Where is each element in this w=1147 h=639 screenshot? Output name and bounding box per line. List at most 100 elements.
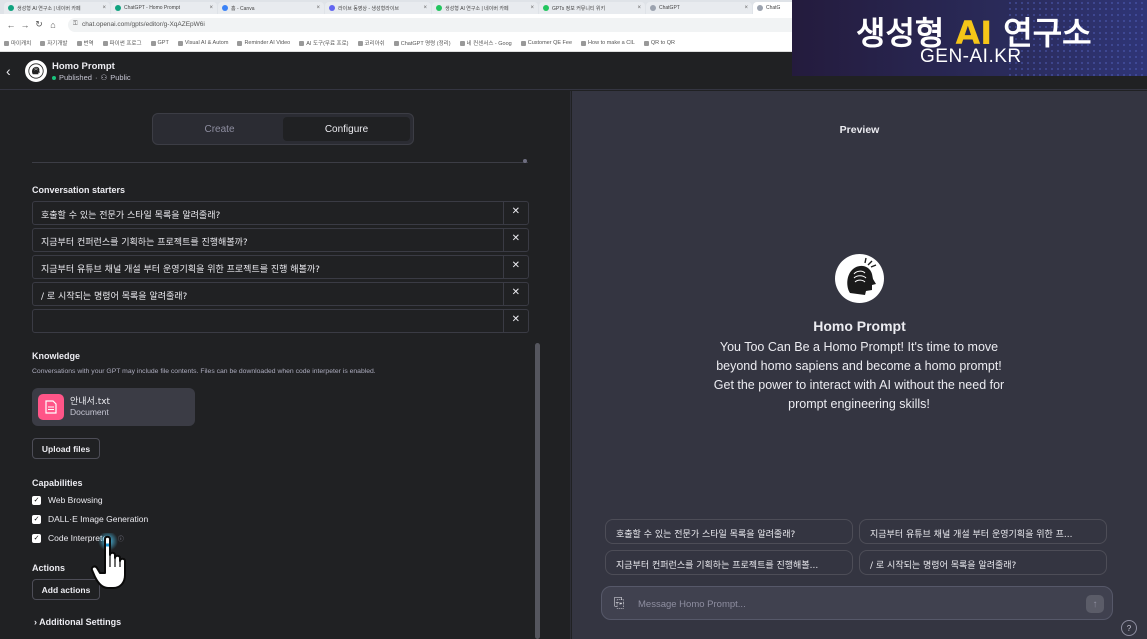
- checkbox-checked-icon[interactable]: ✓: [32, 533, 41, 543]
- tab-close-icon[interactable]: ×: [530, 5, 534, 11]
- tab-close-icon[interactable]: ×: [316, 5, 320, 11]
- tab-configure[interactable]: Configure: [283, 117, 410, 141]
- browser-tab[interactable]: ChatGPT ×: [646, 2, 752, 14]
- divider: [32, 162, 528, 163]
- suggestion-chip[interactable]: 지금부터 유튜브 채널 개설 부터 운영기획을 위한 프...: [859, 519, 1107, 544]
- browser-tab[interactable]: 생성형 AI 연구소 | 네이버 카페 ×: [4, 2, 110, 14]
- suggestion-chip[interactable]: 호출할 수 있는 전문가 스타일 목록을 알려줄래?: [605, 519, 853, 544]
- additional-settings-toggle[interactable]: › Additional Settings: [34, 617, 121, 627]
- message-input[interactable]: [638, 596, 1078, 612]
- browser-tab[interactable]: 라이브 동영상 - 생성형라이브 ×: [325, 2, 431, 14]
- conversation-starters-title: Conversation starters: [32, 185, 126, 195]
- preview-gpt-name: Homo Prompt: [813, 318, 906, 334]
- message-composer: ⎘ ↑: [601, 586, 1113, 620]
- remove-starter-icon[interactable]: ✕: [512, 260, 520, 271]
- checkbox-checked-icon[interactable]: ✓: [32, 495, 41, 505]
- preview-title: Preview: [839, 124, 880, 136]
- bookmark-icon: [299, 40, 305, 46]
- remove-starter-icon[interactable]: ✕: [512, 206, 520, 217]
- suggestion-chip[interactable]: / 로 시작되는 명령어 목록을 알려줄래?: [859, 550, 1107, 575]
- preview-panel: Preview Homo Prompt You Too Can Be a Hom…: [572, 91, 1147, 639]
- back-arrow-icon[interactable]: ←: [6, 20, 16, 30]
- configure-panel: Create Configure Conversation starters 호…: [0, 91, 571, 639]
- tab-favicon-icon: [436, 5, 442, 11]
- tab-favicon-icon: [115, 5, 121, 11]
- starter-field[interactable]: 호출할 수 있는 전문가 스타일 목록을 알려줄래? ✕: [32, 201, 529, 225]
- starter-field[interactable]: / 로 시작되는 명령어 목록을 알려줄래? ✕: [32, 282, 529, 306]
- remove-starter-icon[interactable]: ✕: [512, 233, 520, 244]
- bookmark-icon: [643, 40, 649, 46]
- upload-files-button[interactable]: Upload files: [32, 438, 100, 459]
- tab-favicon-icon: [757, 5, 763, 11]
- actions-title: Actions: [32, 563, 66, 573]
- tab-favicon-icon: [8, 5, 14, 11]
- bookmark-item[interactable]: 자기개발: [40, 39, 68, 47]
- capabilities-title: Capabilities: [32, 478, 83, 488]
- starter-field-empty[interactable]: ✕: [32, 309, 529, 333]
- capability-web-browsing[interactable]: ✓ Web Browsing: [32, 494, 103, 506]
- brand-banner: 생성형 AI 연구소 GEN-AI.KR: [792, 0, 1147, 76]
- remove-starter-icon[interactable]: ✕: [512, 314, 520, 325]
- tab-favicon-icon: [650, 5, 656, 11]
- bookmark-icon: [520, 40, 526, 46]
- document-icon: [38, 394, 64, 420]
- bookmark-item[interactable]: 네 컨센서스 - Goog: [459, 39, 512, 47]
- browser-tab[interactable]: ChatGPT - Homo Prompt ×: [111, 2, 217, 14]
- bookmark-item[interactable]: QR to QR: [643, 40, 675, 46]
- publish-status: Published · ⚇ Public: [52, 73, 131, 82]
- bookmark-icon: [40, 40, 46, 46]
- back-chevron-icon[interactable]: ‹: [6, 63, 11, 79]
- bookmark-icon: [237, 40, 243, 46]
- bookmark-item[interactable]: ChatGPT 명령 (정리): [393, 39, 451, 47]
- bookmark-item[interactable]: 코리아쉬: [357, 39, 385, 47]
- tab-create[interactable]: Create: [156, 117, 283, 141]
- tab-close-icon[interactable]: ×: [744, 5, 748, 11]
- bookmark-item[interactable]: How to make a CIL: [581, 40, 635, 46]
- brain-head-icon: [846, 257, 876, 295]
- bookmark-item[interactable]: GPT: [150, 40, 169, 46]
- tab-close-icon[interactable]: ×: [102, 5, 106, 11]
- resize-handle[interactable]: [523, 159, 527, 163]
- tab-favicon-icon: [543, 5, 549, 11]
- url-field[interactable]: ⚿ chat.openai.com/gpts/editor/g-XqAZEpW6i: [68, 17, 828, 32]
- preview-gpt-avatar: [835, 254, 884, 303]
- reload-icon[interactable]: ↻: [34, 19, 44, 30]
- people-icon: ⚇: [100, 73, 108, 82]
- bookmark-item[interactable]: 마이캐치: [4, 39, 31, 47]
- help-icon[interactable]: ?: [1121, 620, 1137, 636]
- lock-icon: ⚿: [73, 20, 78, 27]
- home-icon[interactable]: ⌂: [48, 20, 58, 30]
- starter-field[interactable]: 지금부터 유튜브 채널 개설 부터 운영기획을 위한 프로젝트를 진행 해볼까?…: [32, 255, 529, 279]
- knowledge-title: Knowledge: [32, 351, 81, 361]
- starter-field[interactable]: 지금부터 컨퍼런스를 기획하는 프로젝트를 진행해볼까? ✕: [32, 228, 529, 252]
- knowledge-file-card[interactable]: 안내서.txt Document: [32, 388, 195, 426]
- chevron-right-icon: ›: [34, 617, 37, 627]
- tab-close-icon[interactable]: ×: [637, 5, 641, 11]
- forward-arrow-icon[interactable]: →: [20, 20, 30, 30]
- capability-dalle[interactable]: ✓ DALL·E Image Generation: [32, 513, 148, 525]
- bookmark-item[interactable]: Customer QE Fee: [520, 40, 572, 46]
- paperclip-icon[interactable]: ⎘: [614, 595, 624, 611]
- browser-tab[interactable]: 생성형 AI 연구소 | 네이버 카페 ×: [432, 2, 538, 14]
- bookmark-item[interactable]: Reminder AI Video: [237, 40, 290, 46]
- bookmark-item[interactable]: Visual AI & Autom: [177, 40, 228, 46]
- remove-starter-icon[interactable]: ✕: [512, 287, 520, 298]
- tab-close-icon[interactable]: ×: [209, 5, 213, 11]
- tab-close-icon[interactable]: ×: [423, 5, 427, 11]
- pointer-hand-cursor-icon: [90, 533, 126, 589]
- suggestion-chip[interactable]: 지금부터 컨퍼런스를 기획하는 프로젝트를 진행해볼...: [605, 550, 853, 575]
- bookmark-icon: [459, 40, 465, 46]
- browser-tab[interactable]: 홈 - Canva ×: [218, 2, 324, 14]
- bookmark-item[interactable]: 파이썬 프로그: [102, 39, 142, 47]
- bookmark-item[interactable]: 번역: [76, 39, 94, 47]
- status-dot-icon: [52, 75, 56, 80]
- tab-favicon-icon: [329, 5, 335, 11]
- scrollbar[interactable]: [535, 343, 540, 639]
- checkbox-checked-icon[interactable]: ✓: [32, 514, 41, 524]
- bookmark-item[interactable]: AI 도구(무료 프로): [299, 39, 349, 47]
- bookmark-icon: [357, 40, 363, 46]
- send-arrow-icon[interactable]: ↑: [1086, 595, 1104, 613]
- file-type: Document: [70, 407, 109, 417]
- browser-tab[interactable]: GPTs 정보 커뮤니티 위키 ×: [539, 2, 645, 14]
- bookmark-icon: [150, 40, 156, 46]
